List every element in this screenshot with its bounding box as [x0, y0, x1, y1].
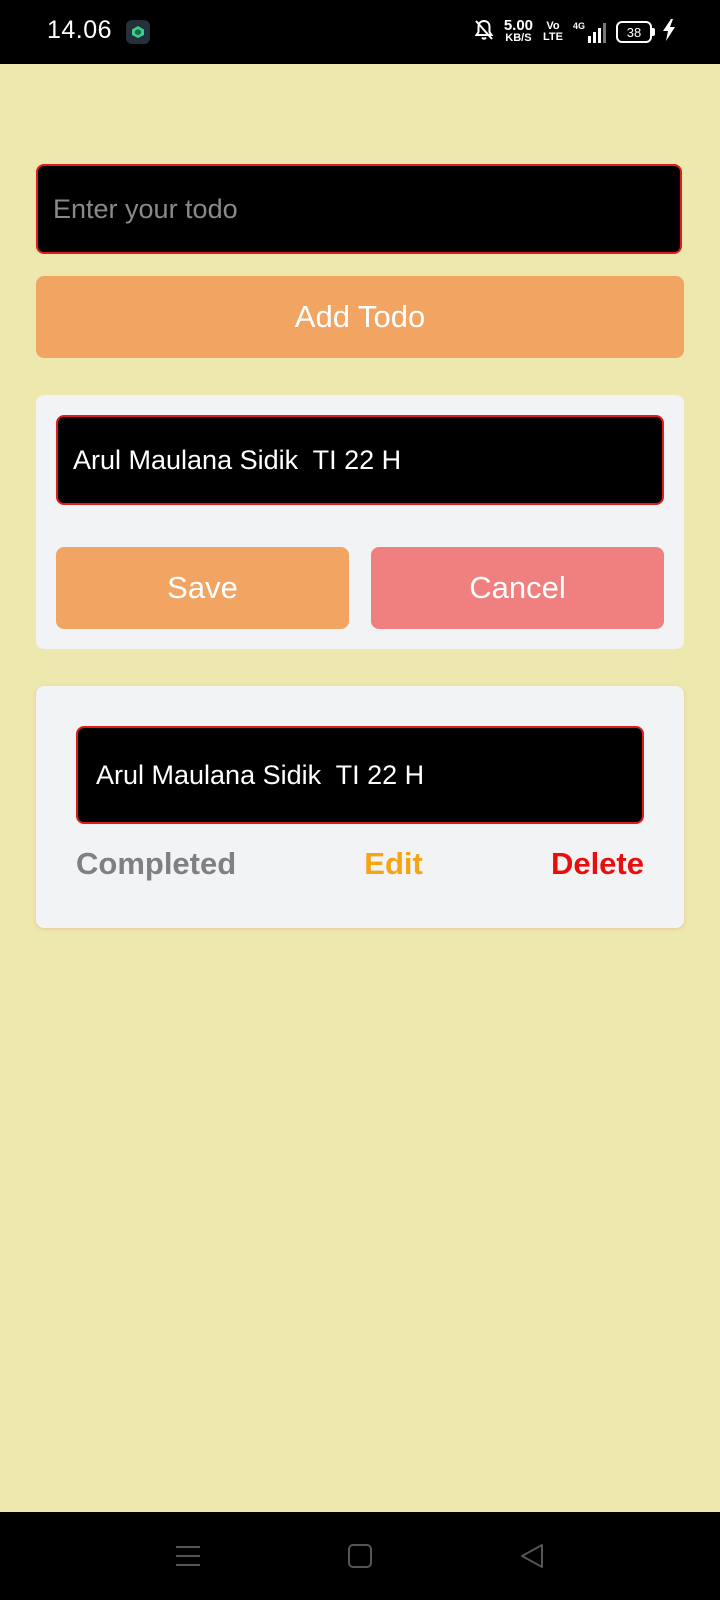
todo-item-value: Arul Maulana Sidik TI 22 H — [96, 759, 425, 790]
cancel-button[interactable]: Cancel — [371, 547, 664, 629]
app-notification-icon — [126, 20, 150, 44]
add-todo-button[interactable]: Add Todo — [36, 276, 684, 358]
back-icon[interactable] — [510, 1534, 554, 1578]
todo-item-actions: Completed Edit Delete — [76, 846, 644, 882]
edit-button[interactable]: Edit — [364, 846, 423, 882]
todo-input[interactable] — [36, 164, 682, 254]
network-type: 4G — [572, 21, 585, 31]
delete-button[interactable]: Delete — [551, 846, 644, 882]
battery-level: 38 — [626, 24, 642, 40]
edit-todo-card: Arul Maulana Sidik TI 22 H Save Cancel — [36, 395, 684, 649]
todo-item-text: Arul Maulana Sidik TI 22 H — [76, 726, 644, 824]
save-label: Save — [167, 570, 238, 605]
mute-bell-icon — [474, 19, 494, 46]
volte-indicator: Vo LTE — [543, 20, 563, 43]
network-speed-value: 5.00 — [503, 17, 534, 34]
status-bar: 14.06 5.00 KB/S Vo LTE 4G 38 — [0, 0, 720, 64]
home-icon[interactable] — [338, 1534, 382, 1578]
save-button[interactable]: Save — [56, 547, 349, 629]
add-todo-label: Add Todo — [294, 299, 426, 334]
network-speed-unit: KB/S — [505, 32, 532, 44]
menu-icon[interactable] — [166, 1534, 210, 1578]
battery-icon: 38 — [616, 21, 655, 43]
charging-icon — [662, 18, 676, 46]
navigation-bar — [0, 1512, 720, 1600]
status-indicators: 5.00 KB/S Vo LTE 4G 38 — [474, 14, 676, 50]
signal-icon: 4G — [573, 21, 606, 43]
edit-todo-value: Arul Maulana Sidik TI 22 H — [73, 444, 402, 475]
cancel-label: Cancel — [469, 570, 566, 605]
completed-button[interactable]: Completed — [76, 846, 236, 882]
status-time: 14.06 — [47, 16, 113, 44]
edit-todo-input[interactable]: Arul Maulana Sidik TI 22 H — [56, 415, 664, 505]
todo-item: Arul Maulana Sidik TI 22 H Completed Edi… — [36, 686, 684, 928]
network-speed: 5.00 KB/S — [503, 17, 534, 44]
